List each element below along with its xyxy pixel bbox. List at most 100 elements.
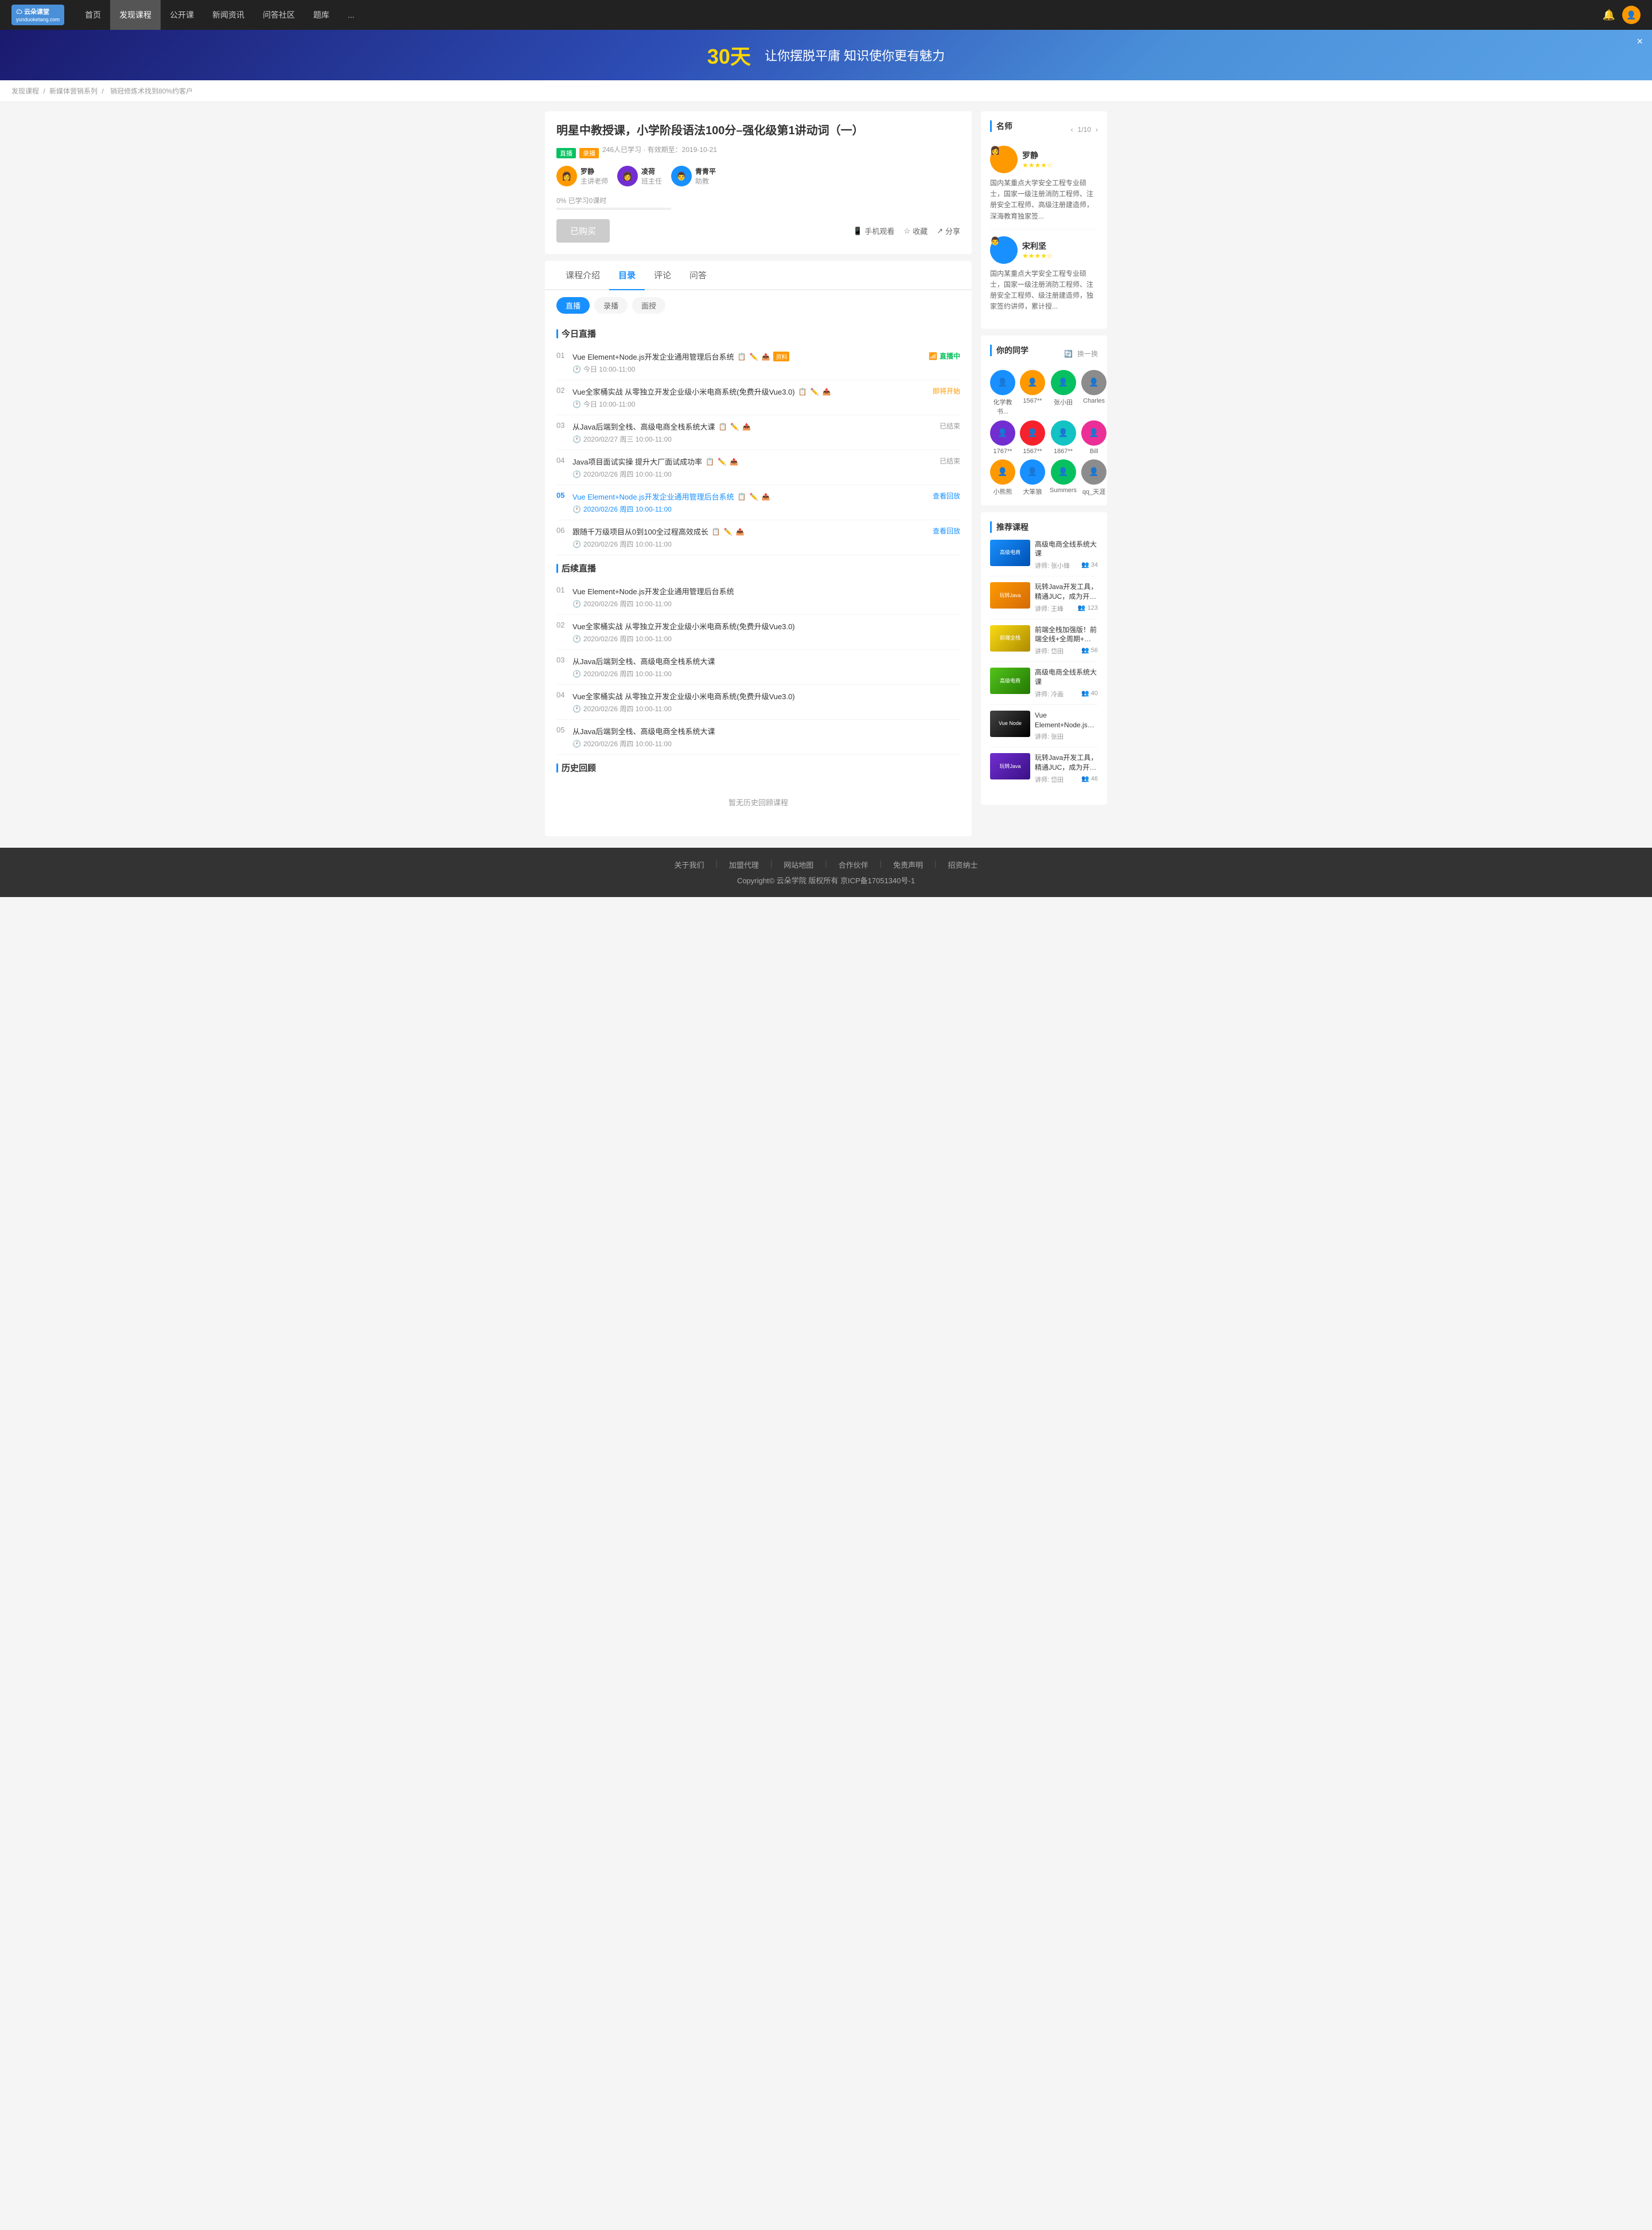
rec-thumb: 高级电商 (990, 668, 1030, 694)
teacher-name-2: 凌荷 (641, 166, 662, 176)
tab-qa[interactable]: 问答 (680, 261, 716, 290)
nav-more[interactable]: ... (338, 0, 364, 30)
nav-open-course[interactable]: 公开课 (161, 0, 203, 30)
edit-icon[interactable]: ✏️ (724, 528, 733, 536)
rec-item[interactable]: Vue Node Vue Element+Node.js开发企业通用管理后台系统… (990, 711, 1098, 748)
share-icon[interactable]: 📤 (742, 423, 751, 431)
replay-status[interactable]: 查看回放 (933, 527, 960, 535)
edit-icon[interactable]: ✏️ (730, 423, 739, 431)
share-button[interactable]: ↗ 分享 (937, 225, 960, 236)
teacher-avatar-2: 👩 (617, 166, 638, 186)
classmate-item: 👤 Bill (1081, 420, 1106, 455)
next-icon[interactable]: › (1096, 126, 1098, 134)
lesson-num: 02 (556, 621, 572, 629)
teachers-card: 名师 ‹ 1/10 › 👩 罗静 ★★★★☆ 国内某重点大学安全工程专业硕士，国… (981, 111, 1107, 329)
rec-students: 👥 123 (1078, 604, 1098, 613)
clipboard-icon[interactable]: 📋 (738, 493, 746, 501)
lesson-content: Vue Element+Node.js开发企业通用管理后台系统 📋 ✏️ 📤 资… (572, 351, 929, 374)
footer-link-sitemap[interactable]: 网站地图 (784, 859, 813, 870)
rec-item[interactable]: 玩转Java 玩转Java开发工具，精通JUC，成为开发多面手 讲师: 岱田 👥… (990, 753, 1098, 790)
lesson-content: Vue全家桶实战 从零独立开发企业级小米电商系统(免费升级Vue3.0) 🕐20… (572, 691, 960, 714)
lesson-num: 06 (556, 526, 572, 535)
buy-button[interactable]: 已购买 (556, 219, 610, 243)
collect-button[interactable]: ☆ 收藏 (903, 225, 928, 236)
tab-intro[interactable]: 课程介绍 (556, 261, 609, 290)
share-icon[interactable]: 📤 (736, 528, 745, 536)
classmates-refresh[interactable]: 🔄 换一换 (1064, 349, 1098, 358)
clock-icon: 🕐 (572, 705, 581, 713)
edit-icon[interactable]: ✏️ (718, 458, 726, 466)
prev-icon[interactable]: ‹ (1071, 126, 1073, 134)
notification-bell[interactable]: 🔔 (1603, 9, 1615, 21)
footer-link-disclaimer[interactable]: 免责声明 (893, 859, 923, 870)
rec-item[interactable]: 玩转Java 玩转Java开发工具，精通JUC，成为开发多面手 讲师: 王峰 👥… (990, 582, 1098, 619)
lesson-item: 02 Vue全家桶实战 从零独立开发企业级小米电商系统(免费升级Vue3.0) … (556, 380, 960, 415)
share-icon[interactable]: 📤 (762, 493, 770, 501)
breadcrumb-link-2[interactable]: 新媒体营销系列 (49, 87, 98, 95)
lesson-title: 从Java后端到全栈、高级电商全栈系统大课 (572, 656, 960, 666)
rec-students: 👥 34 (1081, 561, 1098, 570)
course-title: 明星中教授课，小学阶段语法100分–强化级第1讲动词（一） (556, 123, 960, 139)
lesson-time: 🕐 2020/02/26 周四 10:00-11:00 (572, 539, 933, 549)
lesson-time: 🕐2020/02/26 周四 10:00-11:00 (572, 739, 960, 748)
classmate-name: 化学教书... (990, 397, 1015, 416)
replay-status[interactable]: 查看回放 (933, 492, 960, 500)
course-header: 明星中教授课，小学阶段语法100分–强化级第1讲动词（一） 直播 录播 246人… (545, 111, 972, 254)
share-icon[interactable]: 📤 (823, 388, 831, 396)
breadcrumb-link-1[interactable]: 发现课程 (11, 87, 39, 95)
clipboard-icon[interactable]: 📋 (738, 353, 746, 361)
lesson-item: 04 Vue全家桶实战 从零独立开发企业级小米电商系统(免费升级Vue3.0) … (556, 685, 960, 720)
rec-students: 👥 40 (1081, 689, 1098, 699)
edit-icon[interactable]: ✏️ (750, 353, 758, 361)
lesson-item: 04 Java项目面试实操 提升大厂面试成功率 📋 ✏️ 📤 🕐 2020/02… (556, 450, 960, 485)
mobile-watch-button[interactable]: 📱 手机观看 (853, 225, 894, 236)
teacher-sidebar-info-2: 宋利坚 ★★★★☆ (1022, 240, 1053, 260)
tab-review[interactable]: 评论 (645, 261, 680, 290)
share-icon[interactable]: 📤 (762, 353, 770, 361)
footer-link-recruit[interactable]: 招资纳士 (948, 859, 978, 870)
clipboard-icon[interactable]: 📋 (712, 528, 720, 536)
clock-icon: 🕐 (572, 400, 581, 408)
nav-discover[interactable]: 发现课程 (110, 0, 161, 30)
lesson-title-text: Vue Element+Node.js开发企业通用管理后台系统 (572, 491, 734, 502)
sub-tab-record[interactable]: 录播 (594, 297, 628, 314)
classmate-item: 👤 1767** (990, 420, 1015, 455)
clipboard-icon[interactable]: 📋 (718, 423, 727, 431)
nav-news[interactable]: 新闻资讯 (203, 0, 254, 30)
logo[interactable]: ☁ 云朵课堂yunduoketang.com (11, 5, 64, 25)
clock-icon: 🕐 (572, 505, 581, 513)
sub-tab-live[interactable]: 直播 (556, 297, 590, 314)
rec-teacher: 讲师: 冷画 (1035, 689, 1063, 699)
footer-link-partner[interactable]: 合作伙伴 (839, 859, 868, 870)
lesson-content: 从Java后端到全栈、高级电商全栈系统大课 🕐2020/02/26 周四 10:… (572, 726, 960, 748)
nav-home[interactable]: 首页 (76, 0, 110, 30)
rec-item[interactable]: 前端全栈 前端全栈加强版！前端全线+全周期+多端应用 讲师: 岱田 👥 56 (990, 625, 1098, 662)
classmates-grid: 👤 化学教书... 👤 1567** 👤 张小田 👤 Charles 👤 (990, 370, 1098, 496)
edit-icon[interactable]: ✏️ (811, 388, 819, 396)
rec-item[interactable]: 高级电商 高级电商全线系统大课 讲师: 冷画 👥 40 (990, 668, 1098, 705)
share-icon[interactable]: 📤 (730, 458, 738, 466)
progress-label: 0% 已学习0课时 (556, 196, 960, 205)
classmate-avatar: 👤 (1020, 459, 1045, 485)
share-icon: ↗ (937, 227, 943, 236)
banner-close-button[interactable]: × (1637, 36, 1643, 48)
edit-icon[interactable]: ✏️ (750, 493, 758, 501)
footer-link-agent[interactable]: 加盟代理 (729, 859, 759, 870)
nav-exam[interactable]: 题库 (304, 0, 338, 30)
clipboard-icon[interactable]: 📋 (798, 388, 807, 396)
footer: 关于我们 | 加盟代理 | 网站地图 | 合作伙伴 | 免责声明 | 招资纳士 … (0, 848, 1652, 897)
rec-item[interactable]: 高级电商 高级电商全线系统大课 讲师: 张小锋 👥 34 (990, 540, 1098, 577)
lesson-time: 🕐 2020/02/27 周三 10:00-11:00 (572, 434, 940, 444)
user-avatar[interactable]: 👤 (1622, 6, 1641, 24)
clipboard-icon[interactable]: 📋 (706, 458, 714, 466)
lesson-time-text: 2020/02/27 周三 10:00-11:00 (583, 434, 672, 444)
sub-tabs: 直播 录播 面授 (545, 290, 972, 321)
teachers-pagination[interactable]: ‹ 1/10 › (1071, 126, 1098, 134)
footer-link-about[interactable]: 关于我们 (674, 859, 704, 870)
classmates-header: 你的同学 🔄 换一换 (990, 345, 1098, 363)
classmate-avatar: 👤 (1020, 420, 1045, 446)
nav-qa[interactable]: 问答社区 (254, 0, 304, 30)
sub-tab-class[interactable]: 面授 (632, 297, 665, 314)
rec-thumb: Vue Node (990, 711, 1030, 737)
tab-catalog[interactable]: 目录 (609, 261, 645, 290)
